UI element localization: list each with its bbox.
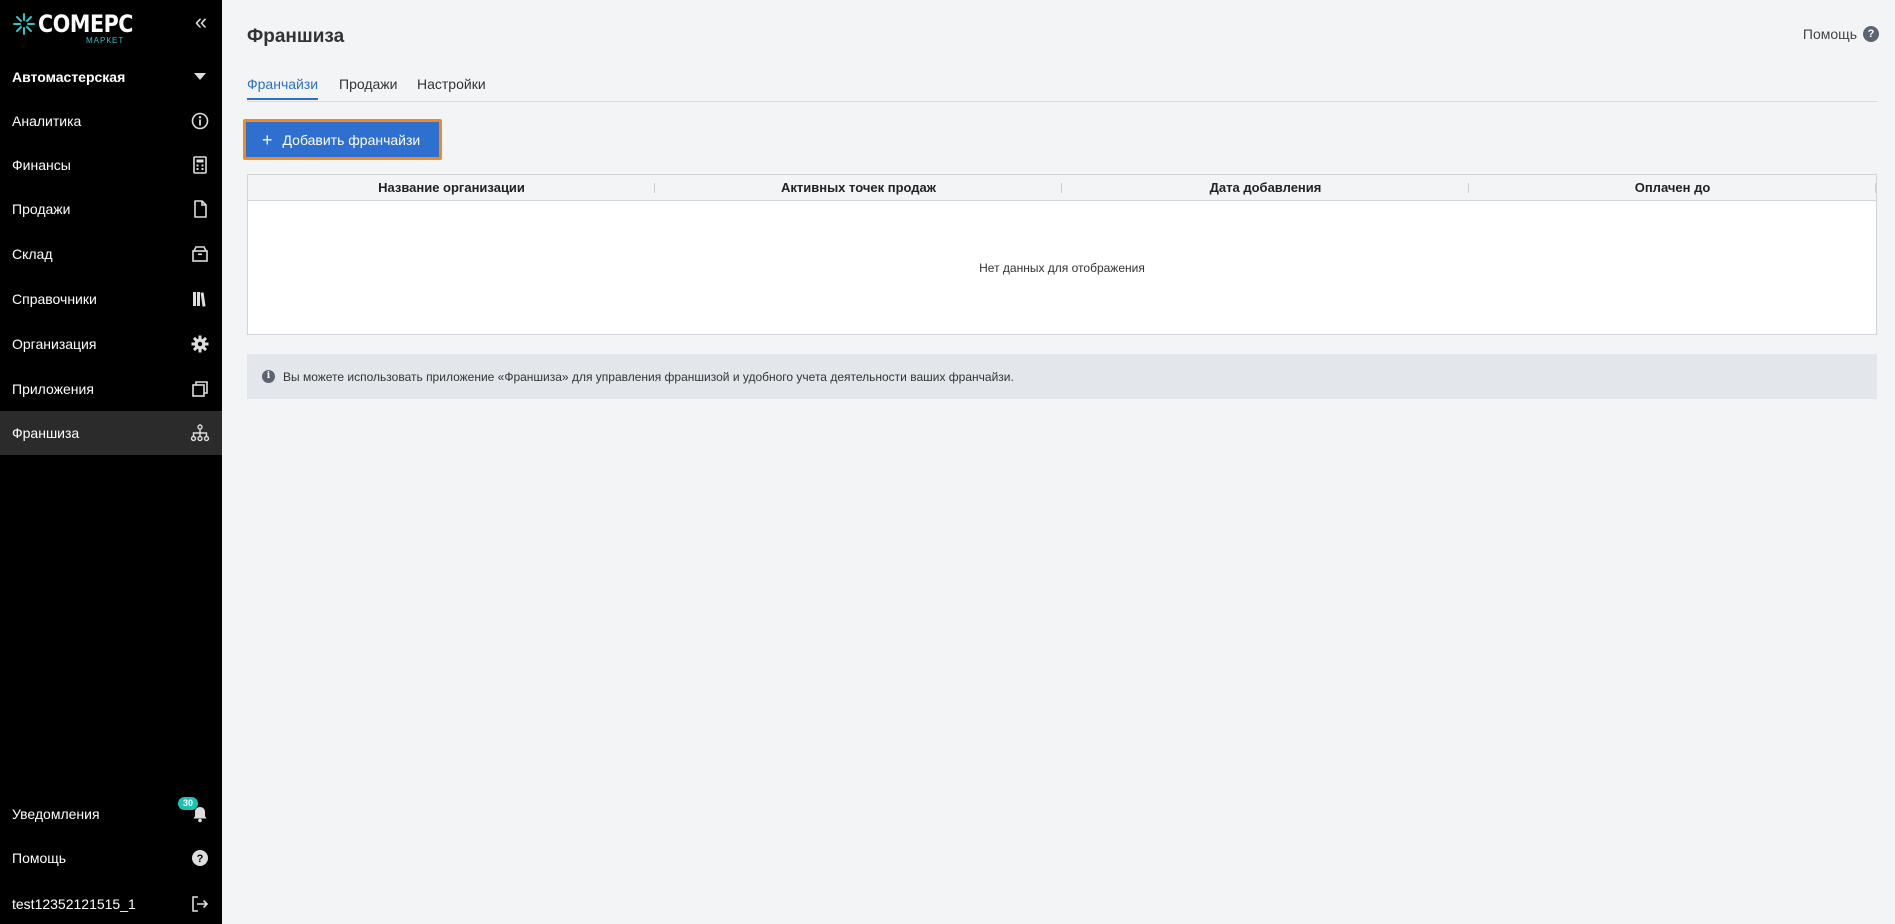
logo-subtitle: МАРКЕТ — [86, 36, 125, 45]
column-header-org-name[interactable]: Название организации — [248, 175, 655, 200]
analytics-icon — [190, 111, 210, 131]
sidebar-item-label: Франшиза — [12, 425, 80, 441]
page-title: Франшиза — [247, 26, 345, 47]
info-banner: i Вы можете использовать приложение «Фра… — [247, 354, 1877, 399]
help-link-label: Помощь — [1802, 26, 1857, 42]
help-icon: ? — [1863, 26, 1879, 42]
column-header-paid-until[interactable]: Оплачен до — [1469, 175, 1876, 200]
sidebar-item-label: Справочники — [12, 291, 97, 307]
sidebar-item-label: Продажи — [12, 201, 71, 217]
sidebar-item-sales[interactable]: Продажи — [0, 187, 222, 231]
sidebar-item-analytics[interactable]: Аналитика — [0, 99, 222, 143]
help-circle-icon: ? — [190, 848, 210, 868]
column-header-date-added[interactable]: Дата добавления — [1062, 175, 1469, 200]
sidebar-item-label: Помощь — [12, 850, 67, 866]
document-icon — [190, 199, 210, 219]
box-icon — [190, 244, 210, 264]
table-empty-message: Нет данных для отображения — [979, 261, 1145, 275]
sidebar-item-finance[interactable]: Финансы — [0, 143, 222, 187]
sidebar-item-label: Финансы — [12, 157, 71, 173]
svg-text:?: ? — [197, 853, 204, 865]
sidebar-item-label: Аналитика — [12, 113, 82, 129]
sidebar-item-apps[interactable]: Приложения — [0, 367, 222, 411]
user-name: test12352121515_1 — [12, 896, 136, 912]
sidebar-item-help[interactable]: Помощь ? — [0, 836, 222, 880]
gear-icon — [190, 334, 210, 354]
bell-icon — [190, 804, 210, 824]
sidebar-item-warehouse[interactable]: Склад — [0, 232, 222, 276]
double-chevron-left-icon[interactable]: « — [190, 11, 212, 34]
add-franchisee-label: Добавить франчайзи — [282, 131, 421, 148]
sidebar-item-directories[interactable]: Справочники — [0, 277, 222, 321]
tab-franchisees[interactable]: Франчайзи — [247, 76, 319, 100]
info-text: Вы можете использовать приложение «Франш… — [283, 369, 1014, 384]
tabs: Франчайзи Продажи Настройки — [247, 74, 1877, 102]
table-header: Название организации Активных точек прод… — [248, 175, 1876, 201]
add-button-highlight: + Добавить франчайзи — [243, 119, 442, 160]
hierarchy-icon — [190, 423, 210, 443]
store-select-label: Автомастерская — [12, 69, 126, 85]
tab-settings[interactable]: Настройки — [417, 76, 486, 98]
info-icon: i — [262, 370, 275, 383]
main-content: Франшиза Помощь ? Франчайзи Продажи Наст… — [222, 0, 1895, 924]
books-icon — [190, 289, 210, 309]
sidebar-item-organization[interactable]: Организация — [0, 322, 222, 366]
logo-text: COMEPC — [38, 10, 134, 38]
sidebar-item-franchise[interactable]: Франшиза — [0, 411, 222, 455]
calculator-icon — [190, 155, 210, 175]
logout-icon[interactable] — [190, 894, 210, 914]
plus-icon: + — [262, 129, 273, 150]
sidebar-item-label: Уведомления — [12, 806, 100, 822]
sidebar-item-user[interactable]: test12352121515_1 — [0, 882, 222, 924]
add-franchisee-button[interactable]: + Добавить франчайзи — [246, 122, 439, 157]
caret-down-icon — [194, 73, 206, 80]
sidebar-item-label: Приложения — [12, 381, 94, 397]
franchisee-table: Название организации Активных точек прод… — [247, 174, 1877, 335]
tab-sales[interactable]: Продажи — [339, 76, 397, 98]
help-link[interactable]: Помощь ? — [1803, 26, 1879, 42]
sidebar-item-notifications[interactable]: Уведомления 30 — [0, 792, 222, 836]
logo[interactable]: COMEPC МАРКЕТ — [12, 8, 152, 48]
sidebar: COMEPC МАРКЕТ « Автомастерская Аналитика… — [0, 0, 222, 924]
column-header-active-points[interactable]: Активных точек продаж — [655, 175, 1062, 200]
logo-star-icon — [13, 13, 35, 35]
sidebar-item-label: Склад — [12, 246, 53, 262]
sidebar-item-label: Организация — [12, 336, 97, 352]
windows-icon — [190, 379, 210, 399]
store-select[interactable]: Автомастерская — [0, 60, 222, 94]
